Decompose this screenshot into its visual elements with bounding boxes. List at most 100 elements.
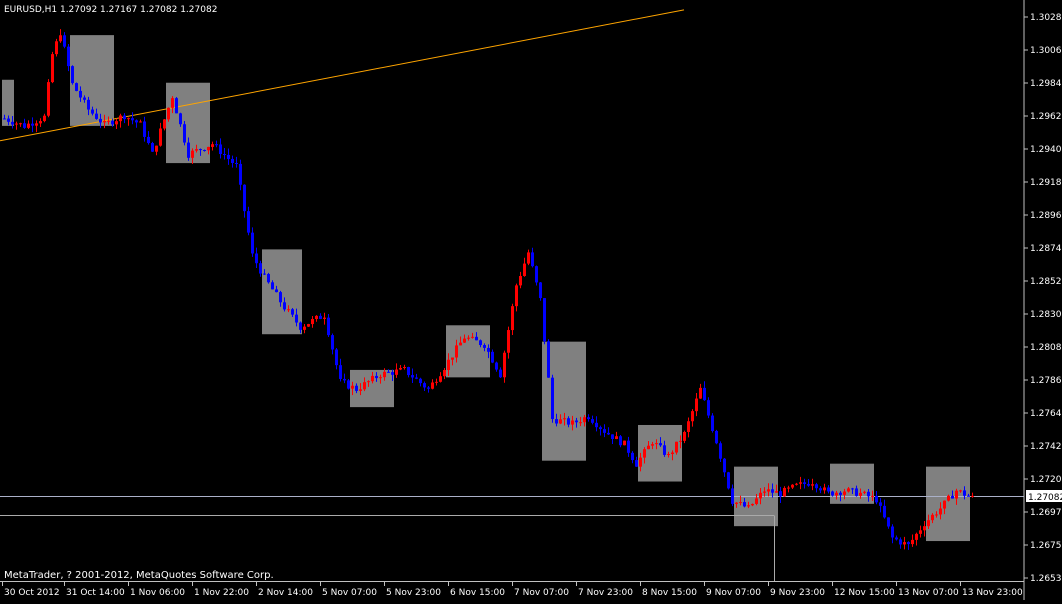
- candle: [395, 363, 398, 378]
- candle: [243, 184, 246, 218]
- candle: [343, 373, 346, 384]
- session-boxes: [2, 35, 970, 542]
- candle: [591, 415, 594, 425]
- candle: [707, 397, 710, 419]
- time-tick-label: 7 Nov 23:00: [578, 588, 633, 598]
- candle: [815, 482, 818, 493]
- candle: [143, 116, 146, 142]
- candle: [603, 424, 606, 438]
- candle: [431, 379, 434, 390]
- candle: [807, 479, 810, 487]
- time-tick-label: 8 Nov 15:00: [642, 588, 697, 598]
- candle: [587, 414, 590, 422]
- candle: [435, 378, 438, 386]
- candle: [231, 155, 234, 168]
- candle: [315, 315, 318, 322]
- time-tick-label: 1 Nov 06:00: [130, 588, 185, 598]
- time-tick-label: 2 Nov 14:00: [258, 588, 313, 598]
- price-tick-label: 1.26535: [1030, 574, 1062, 584]
- candle: [115, 118, 118, 129]
- candle: [631, 451, 634, 464]
- copyright-label: MetaTrader, ? 2001-2012, MetaQuotes Soft…: [4, 570, 274, 581]
- candle: [779, 486, 782, 503]
- candle: [515, 283, 518, 312]
- candle: [119, 113, 122, 128]
- candle: [691, 409, 694, 427]
- candle: [511, 303, 514, 335]
- candle: [19, 122, 22, 127]
- chart-window[interactable]: 1.30285 1.30065 1.29845 1.29625 1.29405 1.291…: [0, 0, 1062, 600]
- current-price-tag-text: 1.27082: [1028, 493, 1062, 503]
- candle: [895, 535, 898, 541]
- candle: [903, 536, 906, 550]
- candle: [319, 313, 322, 320]
- candle: [251, 227, 254, 257]
- candle: [163, 119, 166, 131]
- candle: [139, 119, 142, 123]
- candle: [527, 249, 530, 266]
- candle: [55, 38, 58, 57]
- candle: [323, 312, 326, 325]
- candle: [427, 386, 430, 393]
- candle: [819, 486, 822, 494]
- candle: [499, 367, 502, 378]
- candle: [135, 119, 138, 128]
- candle: [523, 257, 526, 277]
- candle: [255, 247, 258, 269]
- candle: [131, 112, 134, 125]
- price-tick-label: 1.29185: [1030, 178, 1062, 188]
- time-tick-label: 12 Nov 15:00: [834, 588, 895, 598]
- axes: [0, 0, 1025, 600]
- time-tick-label: 5 Nov 23:00: [386, 588, 441, 598]
- candle: [891, 524, 894, 544]
- time-tick-label: 5 Nov 07:00: [322, 588, 377, 598]
- session-box: [926, 466, 970, 542]
- candle: [151, 141, 154, 152]
- candle: [827, 485, 830, 494]
- price-tick-label: 1.29845: [1030, 79, 1062, 89]
- candle: [823, 483, 826, 494]
- candle: [723, 458, 726, 477]
- price-chart[interactable]: 1.30285 1.30065 1.29845 1.29625 1.29405 1.291…: [0, 0, 1062, 600]
- candle: [415, 373, 418, 380]
- candle: [35, 120, 38, 133]
- price-tick-label: 1.30285: [1030, 13, 1062, 23]
- candle: [71, 65, 74, 85]
- candle: [31, 117, 34, 133]
- candle: [335, 347, 338, 370]
- candle: [223, 147, 226, 160]
- candle: [615, 431, 618, 440]
- time-axis[interactable]: 30 Oct 2012 31 Oct 14:00 1 Nov 06:00 1 Nov …: [2, 582, 1023, 598]
- candle: [227, 148, 230, 165]
- price-tick-label: 1.29405: [1030, 145, 1062, 155]
- candle: [923, 520, 926, 537]
- price-tick-label: 1.27420: [1030, 442, 1062, 452]
- candle: [175, 97, 178, 114]
- candle: [155, 145, 158, 156]
- candle: [63, 32, 66, 49]
- price-tick-label: 1.28960: [1030, 211, 1062, 221]
- candle: [799, 476, 802, 490]
- candle: [411, 368, 414, 383]
- candle: [51, 51, 54, 84]
- candle: [507, 326, 510, 359]
- time-tick-label: 30 Oct 2012: [4, 588, 60, 598]
- candle: [687, 417, 690, 438]
- candle: [595, 416, 598, 432]
- candle: [811, 478, 814, 491]
- candle: [711, 413, 714, 433]
- time-tick-label: 6 Nov 15:00: [450, 588, 505, 598]
- candle: [347, 378, 350, 390]
- candle: [791, 484, 794, 490]
- candle: [43, 113, 46, 123]
- candle: [75, 82, 78, 92]
- price-tick-label: 1.27860: [1030, 376, 1062, 386]
- candle: [543, 298, 546, 345]
- candle: [531, 247, 534, 268]
- price-tick-label: 1.29625: [1030, 112, 1062, 122]
- candle: [403, 364, 406, 370]
- candle: [67, 43, 70, 72]
- candle: [27, 120, 30, 130]
- candle: [627, 436, 630, 457]
- candle: [551, 374, 554, 423]
